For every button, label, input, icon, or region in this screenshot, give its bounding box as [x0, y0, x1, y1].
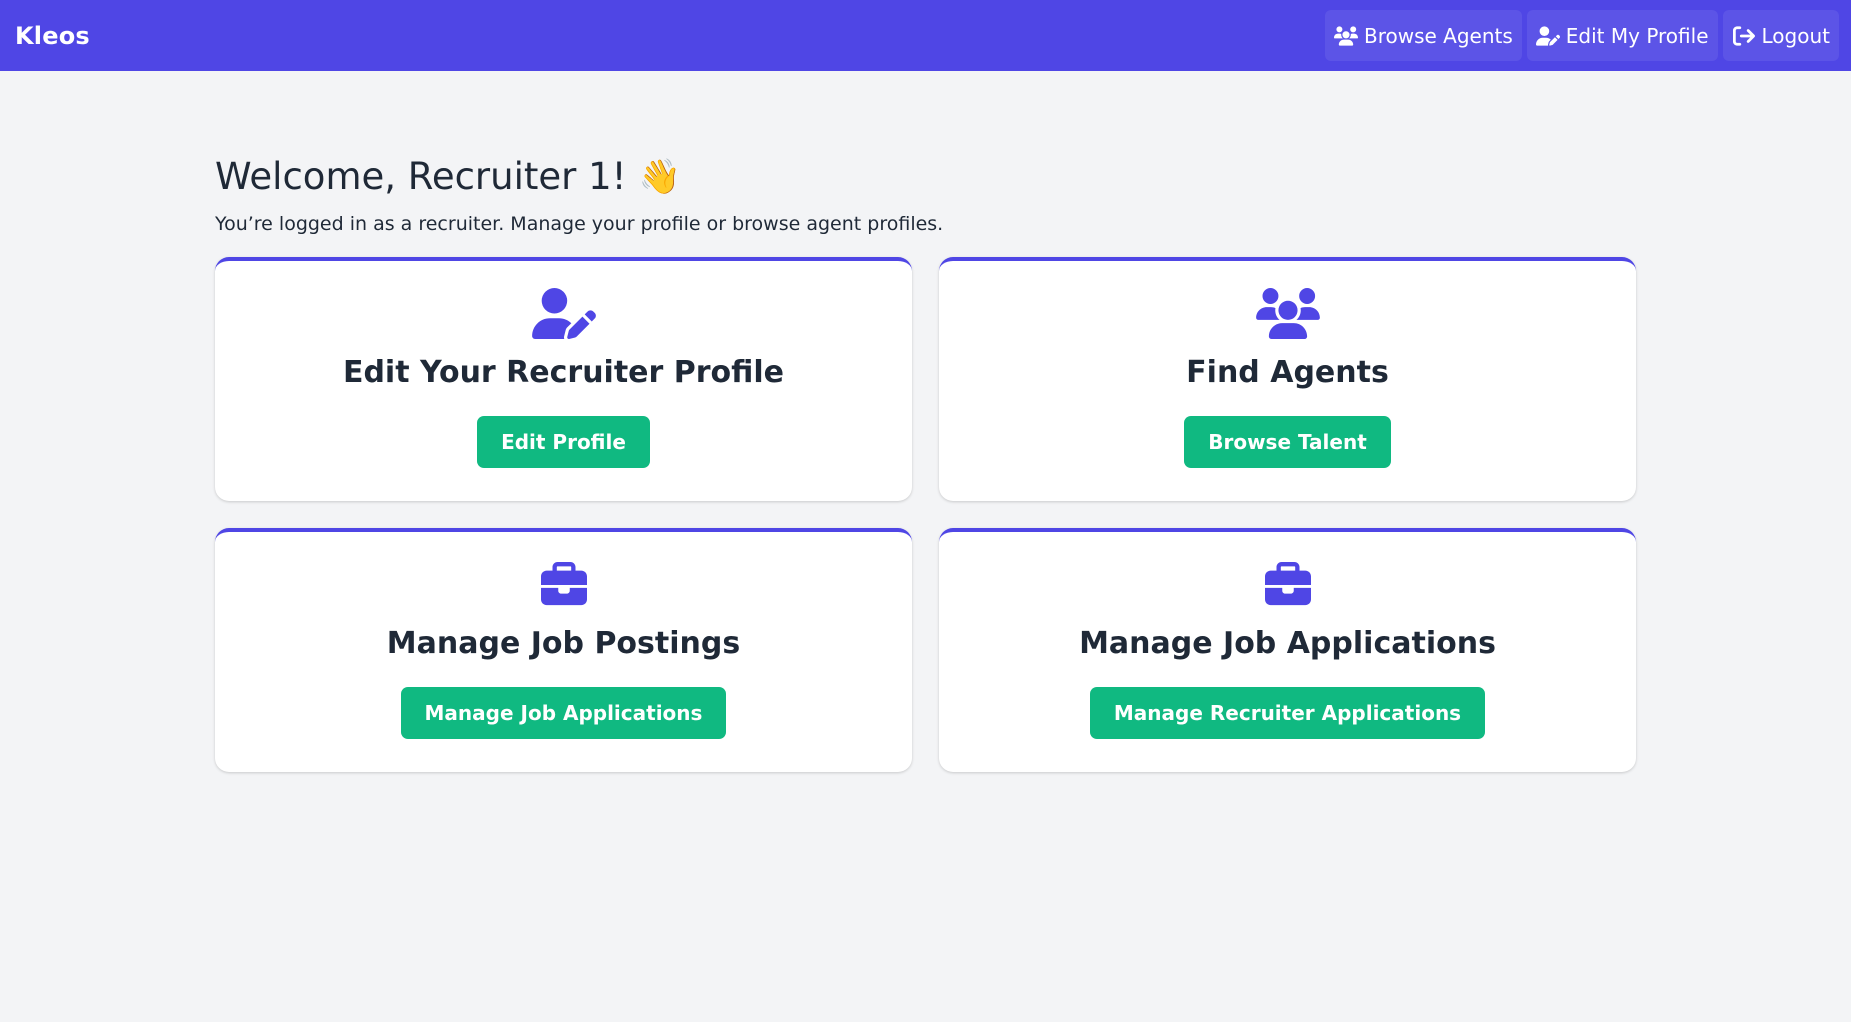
logout-icon: [1732, 25, 1755, 46]
briefcase-icon: [1263, 559, 1313, 610]
nav-browse-agents-link[interactable]: Browse Agents: [1324, 10, 1522, 61]
users-icon: [1333, 25, 1358, 46]
nav-logout-link[interactable]: Logout: [1722, 10, 1839, 61]
manage-job-applications-button[interactable]: Manage Job Applications: [400, 687, 727, 739]
brand-logo[interactable]: Kleos: [15, 22, 90, 50]
user-pen-icon: [1535, 25, 1560, 46]
welcome-subtitle: You’re logged in as a recruiter. Manage …: [215, 213, 944, 235]
card-find-agents: Find Agents Browse Talent: [939, 257, 1636, 501]
user-pen-icon: [531, 288, 596, 339]
card-manage-job-applications: Manage Job Applications Manage Recruiter…: [939, 528, 1636, 772]
navbar: Kleos Browse Agents Edit My Profile Logo…: [0, 0, 1851, 71]
welcome-heading: Welcome, Recruiter 1! 👋: [215, 155, 1636, 198]
card-edit-profile: Edit Your Recruiter Profile Edit Profile: [215, 257, 912, 501]
card-title: Manage Job Applications: [1079, 626, 1496, 661]
dashboard-cards: Edit Your Recruiter Profile Edit Profile…: [215, 257, 1636, 772]
nav-links: Browse Agents Edit My Profile Logout: [1324, 10, 1839, 61]
nav-edit-profile-label: Edit My Profile: [1565, 23, 1709, 48]
card-title: Edit Your Recruiter Profile: [342, 355, 785, 390]
manage-recruiter-applications-button[interactable]: Manage Recruiter Applications: [1089, 687, 1486, 739]
welcome-text: Welcome, Recruiter 1!: [215, 155, 627, 198]
card-manage-job-postings: Manage Job Postings Manage Job Applicati…: [215, 528, 912, 772]
nav-edit-profile-link[interactable]: Edit My Profile: [1526, 10, 1718, 61]
edit-profile-button[interactable]: Edit Profile: [477, 416, 650, 468]
browse-talent-button[interactable]: Browse Talent: [1184, 416, 1391, 468]
nav-logout-label: Logout: [1761, 23, 1830, 48]
users-icon: [1255, 288, 1320, 339]
card-title: Manage Job Postings: [386, 626, 741, 661]
main-content: Welcome, Recruiter 1! 👋 You’re logged in…: [215, 71, 1636, 772]
briefcase-icon: [539, 559, 589, 610]
nav-browse-agents-label: Browse Agents: [1363, 23, 1513, 48]
card-title: Find Agents: [1186, 355, 1389, 390]
wave-emoji: 👋: [638, 156, 681, 197]
